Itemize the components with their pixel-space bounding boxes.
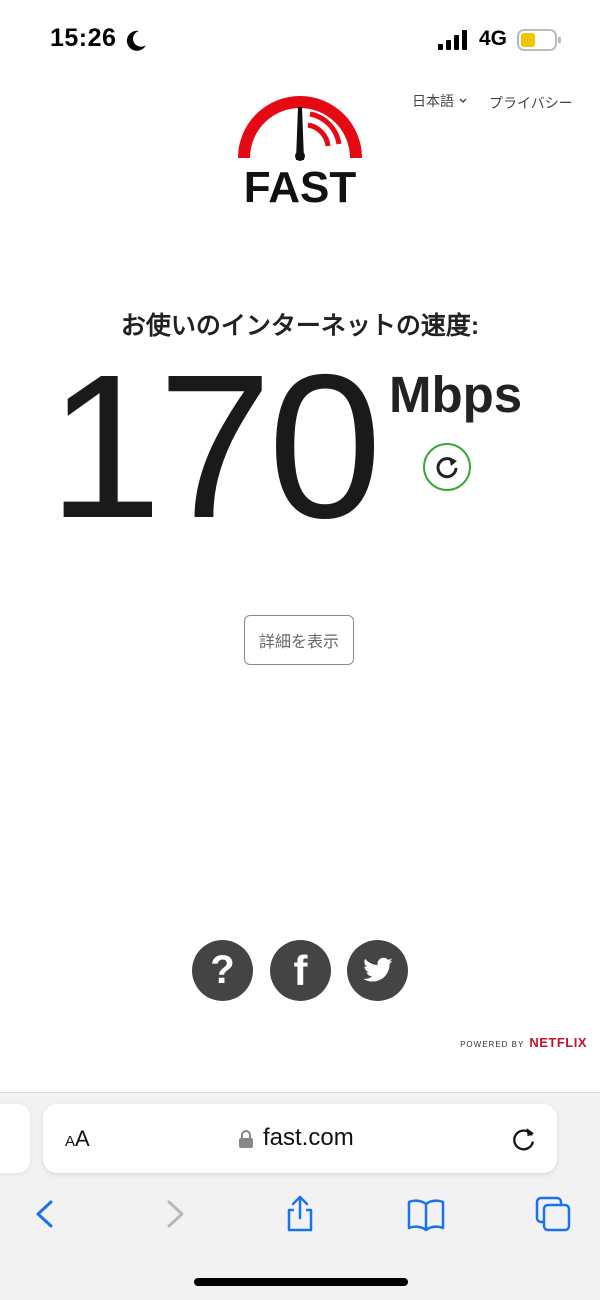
logo-text: FAST: [244, 163, 357, 208]
facebook-button[interactable]: f: [270, 940, 331, 1001]
powered-by-netflix[interactable]: POWERED BY NETFLIX: [460, 1035, 587, 1050]
speed-unit: Mbps: [389, 366, 523, 423]
twitter-button[interactable]: [347, 940, 408, 1001]
bookmarks-icon[interactable]: [406, 1194, 446, 1234]
language-label: 日本語: [412, 93, 454, 109]
address-bar[interactable]: AA fast.com: [43, 1104, 557, 1173]
retest-button[interactable]: [423, 443, 471, 491]
tabs-icon[interactable]: [533, 1194, 573, 1234]
text-size-button[interactable]: AA: [65, 1126, 90, 1152]
network-type: 4G: [479, 27, 508, 50]
twitter-icon: [362, 957, 393, 982]
help-icon: ?: [210, 948, 235, 992]
show-details-button[interactable]: 詳細を表示: [244, 615, 354, 665]
previous-tab-card[interactable]: [0, 1104, 30, 1173]
speed-value: 170: [48, 332, 382, 561]
language-selector[interactable]: 日本語: [412, 91, 467, 111]
fast-logo[interactable]: FAST: [232, 92, 368, 208]
battery-icon: [517, 29, 561, 51]
forward-icon[interactable]: [155, 1194, 195, 1234]
facebook-icon: f: [293, 946, 308, 994]
share-icon[interactable]: [280, 1194, 320, 1234]
powered-by-label: POWERED BY: [460, 1040, 525, 1049]
help-button[interactable]: ?: [192, 940, 253, 1001]
netflix-logo: NETFLIX: [529, 1035, 587, 1050]
moon-icon: [126, 30, 146, 51]
chevron-down-icon: [459, 98, 467, 103]
lock-icon: [239, 1130, 253, 1148]
privacy-link[interactable]: プライバシー: [489, 93, 573, 113]
home-indicator[interactable]: [194, 1278, 408, 1286]
reload-icon: [436, 457, 458, 479]
back-icon[interactable]: [26, 1194, 66, 1234]
status-time: 15:26: [50, 24, 117, 52]
signal-icon: [438, 30, 467, 50]
url-text[interactable]: fast.com: [263, 1124, 354, 1152]
page-reload-icon[interactable]: [510, 1125, 537, 1152]
